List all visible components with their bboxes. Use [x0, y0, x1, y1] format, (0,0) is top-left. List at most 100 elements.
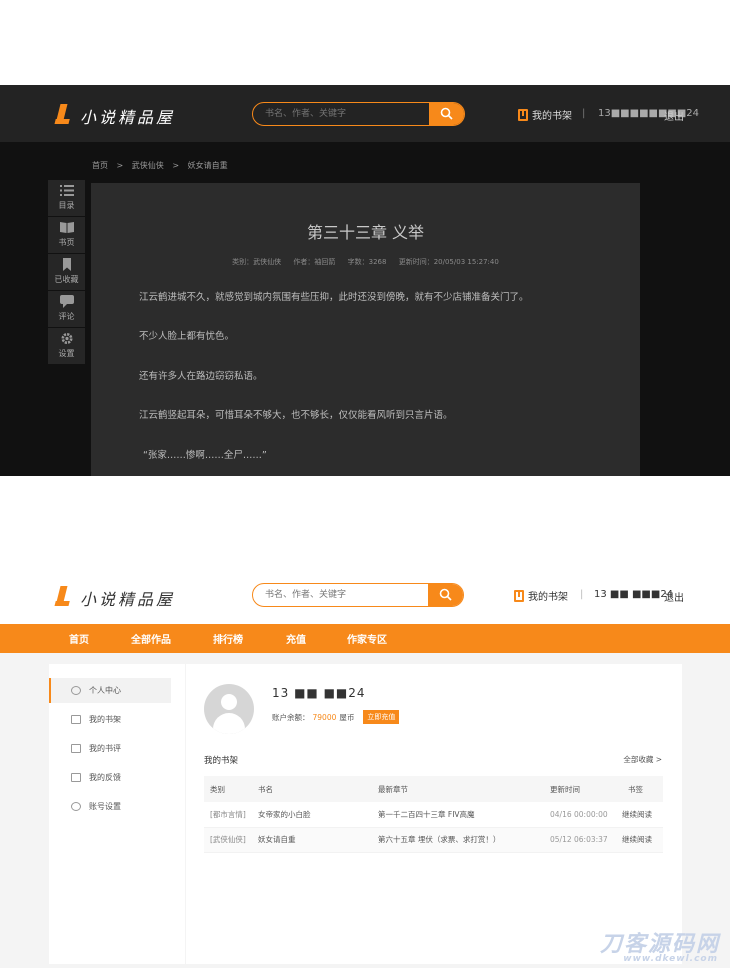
- col-bookmark: 书签: [622, 776, 663, 802]
- col-chapter: 最新章节: [378, 776, 550, 802]
- search-icon: [439, 588, 452, 601]
- menu-label: 账号设置: [89, 802, 121, 811]
- menu-my-shelf[interactable]: 我的书架: [49, 707, 171, 732]
- all-favorites-link[interactable]: 全部收藏 >: [623, 754, 662, 765]
- breadcrumb-book[interactable]: 妖女请自重: [188, 161, 228, 170]
- search-icon: [440, 107, 453, 120]
- toc-label: 目录: [58, 201, 75, 210]
- menu-my-feedback[interactable]: 我的反馈: [49, 765, 171, 790]
- avatar[interactable]: [204, 684, 254, 734]
- col-time: 更新时间: [550, 776, 622, 802]
- shelf-icon: [71, 715, 81, 724]
- menu-label: 我的书评: [89, 744, 121, 753]
- chapter-paragraph: “张家……惨啊……全尸……”: [143, 450, 267, 461]
- book-page-label: 书页: [58, 238, 75, 247]
- dark-header: 小说精品屋 我的书架 | 13■■■■■■■■24 退出: [0, 85, 730, 142]
- watermark-url: www.dkewl.com: [623, 954, 718, 964]
- table-row: [都市言情] 女帝家的小白脸 第一千二百四十三章 FIV高魔 04/16 00:…: [204, 802, 663, 828]
- row-category[interactable]: [都市言情]: [204, 802, 258, 828]
- menu-personal-center[interactable]: 个人中心: [49, 678, 171, 703]
- bookshelf-table: 类别 书名 最新章节 更新时间 书签 [都市言情] 女帝家的小白脸 第一千二百四…: [204, 776, 663, 853]
- search-input[interactable]: [253, 584, 433, 606]
- gear-icon: [71, 802, 81, 811]
- chapter-meta: 类别：武侠仙侠 作者：袖回箭 字数：3268 更新时间：20/05/03 15:…: [91, 257, 640, 267]
- meta-category: 类别：武侠仙侠: [232, 258, 282, 266]
- book-page-button[interactable]: 书页: [48, 217, 85, 254]
- menu-label: 我的反馈: [89, 773, 121, 782]
- search-button[interactable]: [429, 103, 464, 125]
- my-shelf-link[interactable]: 我的书架: [514, 588, 568, 603]
- breadcrumb-sep: >: [172, 161, 180, 170]
- main-nav: 首页 全部作品 排行榜 充值 作家专区: [0, 624, 730, 653]
- user-account-link[interactable]: 13 ■■ ■■■24: [594, 589, 673, 600]
- settings-label: 设置: [58, 349, 75, 358]
- my-shelf-link[interactable]: 我的书架: [518, 107, 572, 122]
- menu-account-settings[interactable]: 账号设置: [49, 794, 171, 819]
- nav-all-works[interactable]: 全部作品: [131, 631, 171, 646]
- shelf-section-title: 我的书架: [204, 756, 239, 766]
- comment-label: 评论: [58, 312, 75, 321]
- user-icon: [71, 686, 81, 695]
- toc-button[interactable]: 目录: [48, 180, 85, 217]
- settings-button[interactable]: 设置: [48, 328, 85, 365]
- col-name: 书名: [258, 776, 378, 802]
- continue-reading-link[interactable]: 继续阅读: [622, 802, 663, 828]
- menu-label: 我的书架: [89, 715, 121, 724]
- row-update-time: 05/12 06:03:37: [550, 827, 622, 853]
- my-shelf-label: 我的书架: [528, 592, 568, 603]
- row-category[interactable]: [武侠仙侠]: [204, 827, 258, 853]
- bookshelf-icon: [518, 108, 528, 121]
- nav-rankings[interactable]: 排行榜: [213, 631, 243, 646]
- recharge-button[interactable]: 立即充值: [363, 710, 400, 724]
- row-latest-chapter[interactable]: 第一千二百四十三章 FIV高魔: [378, 802, 550, 828]
- breadcrumb-home[interactable]: 首页: [92, 161, 108, 170]
- chapter-paragraph: 江云鹤竖起耳朵，可惜耳朵不够大，也不够长，仅仅能看风听到只言片语。: [139, 410, 453, 421]
- nav-recharge[interactable]: 充值: [286, 631, 306, 646]
- logout-link[interactable]: 退出: [664, 108, 684, 123]
- site-logo-text[interactable]: 小说精品屋: [80, 586, 175, 610]
- search-button[interactable]: [428, 584, 463, 606]
- logout-link[interactable]: 退出: [664, 589, 684, 604]
- balance-amount: 79000: [312, 712, 337, 722]
- nav-home[interactable]: 首页: [69, 631, 89, 646]
- site-logo-text[interactable]: 小说精品屋: [80, 104, 175, 128]
- search-input[interactable]: [253, 103, 433, 125]
- table-header-row: 类别 书名 最新章节 更新时间 书签: [204, 776, 663, 802]
- col-category: 类别: [204, 776, 258, 802]
- continue-reading-link[interactable]: 继续阅读: [622, 827, 663, 853]
- row-latest-chapter[interactable]: 第六十五章 埋伏（求票、求打赏！）: [378, 827, 550, 853]
- table-row: [武侠仙侠] 妖女请自重 第六十五章 埋伏（求票、求打赏！） 05/12 06:…: [204, 827, 663, 853]
- chapter-content: 第三十三章 义举 类别：武侠仙侠 作者：袖回箭 字数：3268 更新时间：20/…: [91, 183, 640, 476]
- chapter-paragraph: 还有许多人在路边窃窃私语。: [139, 371, 263, 382]
- chapter-paragraph: 不少人脸上都有忧色。: [139, 331, 235, 342]
- meta-words: 字数：3268: [347, 258, 387, 266]
- light-header: 小说精品屋 我的书架 | 13 ■■ ■■■24 退出: [0, 566, 730, 624]
- username: 13 ■■ ■■24: [272, 686, 366, 700]
- my-shelf-label: 我的书架: [532, 111, 572, 122]
- favorite-button[interactable]: 已收藏: [48, 254, 85, 291]
- reader-toolbar: 目录 书页 已收藏 评论 设置: [48, 180, 85, 365]
- balance-label: 账户余额：: [272, 712, 310, 722]
- row-update-time: 04/16 00:00:00: [550, 802, 622, 828]
- chapter-title: 第三十三章 义举: [306, 223, 425, 242]
- nav-author-zone[interactable]: 作家专区: [347, 631, 387, 646]
- menu-my-reviews[interactable]: 我的书评: [49, 736, 171, 761]
- row-book-name[interactable]: 妖女请自重: [258, 827, 378, 853]
- book-icon: [59, 222, 74, 233]
- gear-icon: [61, 333, 72, 344]
- breadcrumb-category[interactable]: 武侠仙侠: [132, 161, 164, 170]
- account-balance: 账户余额： 79000 屋币 立即充值: [272, 710, 400, 724]
- search-box: [252, 583, 464, 607]
- row-book-name[interactable]: 女帝家的小白脸: [258, 802, 378, 828]
- balance-unit: 屋币: [339, 712, 355, 722]
- user-side-menu: 个人中心 我的书架 我的书评 我的反馈 账号设置: [49, 664, 185, 964]
- menu-label: 个人中心: [89, 686, 121, 695]
- comment-button[interactable]: 评论: [48, 291, 85, 328]
- bookshelf-icon: [514, 589, 524, 602]
- chapter-paragraph: 江云鹤进城不久，就感觉到城内氛围有些压抑，此时还没到傍晚，就有不少店铺准备关门了…: [139, 292, 529, 303]
- logo-mark[interactable]: [55, 586, 68, 606]
- logo-mark[interactable]: [55, 104, 68, 124]
- favorite-label: 已收藏: [54, 275, 79, 284]
- user-content-panel: 13 ■■ ■■24 账户余额： 79000 屋币 立即充值 我的书架 全部收藏…: [186, 664, 682, 964]
- header-separator: |: [580, 589, 584, 600]
